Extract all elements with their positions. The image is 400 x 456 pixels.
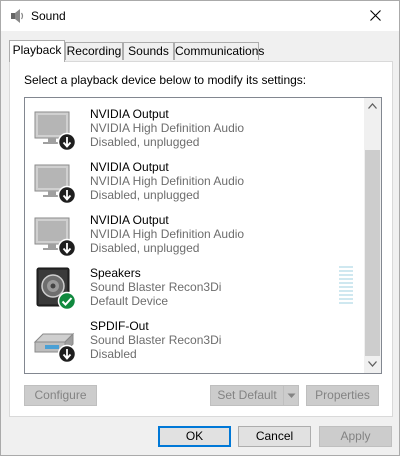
- set-default-button[interactable]: Set Default: [210, 385, 284, 406]
- check-badge-icon: [57, 291, 77, 311]
- device-item[interactable]: NVIDIA Output NVIDIA High Definition Aud…: [25, 102, 363, 155]
- vertical-scrollbar[interactable]: [364, 98, 381, 373]
- speaker-app-icon: [11, 9, 24, 23]
- chevron-up-icon: [368, 103, 377, 109]
- scrollbar-thumb[interactable]: [365, 150, 380, 356]
- down-arrow-badge-icon: [57, 344, 77, 364]
- window-title: Sound: [31, 9, 66, 23]
- set-default-dropdown-button[interactable]: [283, 385, 299, 406]
- scroll-up-button[interactable]: [364, 98, 381, 115]
- device-name: NVIDIA Output: [90, 107, 169, 121]
- scroll-down-button[interactable]: [364, 356, 381, 373]
- speaker-icon: [33, 265, 79, 311]
- close-button[interactable]: [353, 1, 399, 31]
- monitor-icon: [33, 212, 79, 258]
- device-status: Disabled, unplugged: [90, 135, 200, 149]
- device-driver: NVIDIA High Definition Audio: [90, 174, 245, 188]
- sound-dialog: Sound Playback Recording Sounds Communic…: [0, 0, 400, 456]
- monitor-icon: [33, 159, 79, 205]
- playback-panel: Select a playback device below to modify…: [9, 61, 393, 417]
- spdif-icon: [33, 318, 79, 364]
- tab-recording[interactable]: Recording: [65, 42, 123, 60]
- cancel-button[interactable]: Cancel: [238, 426, 311, 447]
- monitor-icon: [33, 106, 79, 152]
- properties-button[interactable]: Properties: [306, 385, 379, 406]
- device-name: Speakers: [90, 266, 141, 280]
- monitor-icon: [33, 98, 79, 99]
- device-name: NVIDIA Output: [90, 213, 169, 227]
- device-driver: Sound Blaster Recon3Di: [90, 333, 222, 347]
- device-item-speakers[interactable]: Speakers Sound Blaster Recon3Di Default …: [25, 261, 363, 314]
- title-bar: Sound: [1, 1, 399, 31]
- chevron-down-icon: [287, 393, 296, 398]
- device-item[interactable]: NVIDIA Output NVIDIA High Definition Aud…: [25, 208, 363, 261]
- device-item[interactable]: NVIDIA Output NVIDIA High Definition Aud…: [25, 155, 363, 208]
- device-driver: NVIDIA High Definition Audio: [90, 227, 245, 241]
- device-item[interactable]: SPDIF-Out Sound Blaster Recon3Di Disable…: [25, 314, 363, 367]
- device-name: SPDIF-Out: [90, 319, 149, 333]
- close-icon: [370, 10, 381, 21]
- chevron-down-icon: [368, 361, 377, 367]
- ok-button[interactable]: OK: [158, 426, 231, 447]
- instruction-text: Select a playback device below to modify…: [24, 73, 307, 87]
- device-list[interactable]: NVIDIA Output NVIDIA High Definition Aud…: [24, 97, 382, 374]
- down-arrow-badge-icon: [57, 238, 77, 258]
- tab-playback[interactable]: Playback: [9, 40, 65, 62]
- down-arrow-badge-icon: [57, 132, 77, 152]
- tab-sounds[interactable]: Sounds: [123, 42, 174, 60]
- device-status: Disabled, unplugged: [90, 188, 200, 202]
- device-status: Disabled: [90, 347, 137, 361]
- device-status: Disabled, unplugged: [90, 241, 200, 255]
- down-arrow-badge-icon: [57, 185, 77, 205]
- device-driver: Sound Blaster Recon3Di: [90, 280, 222, 294]
- tab-communications[interactable]: Communications: [174, 42, 264, 60]
- configure-button[interactable]: Configure: [24, 385, 97, 406]
- device-driver: NVIDIA High Definition Audio: [90, 121, 245, 135]
- device-name: NVIDIA Output: [90, 160, 169, 174]
- volume-level-meter: [339, 266, 353, 306]
- apply-button[interactable]: Apply: [319, 426, 392, 447]
- device-status: Default Device: [90, 294, 169, 308]
